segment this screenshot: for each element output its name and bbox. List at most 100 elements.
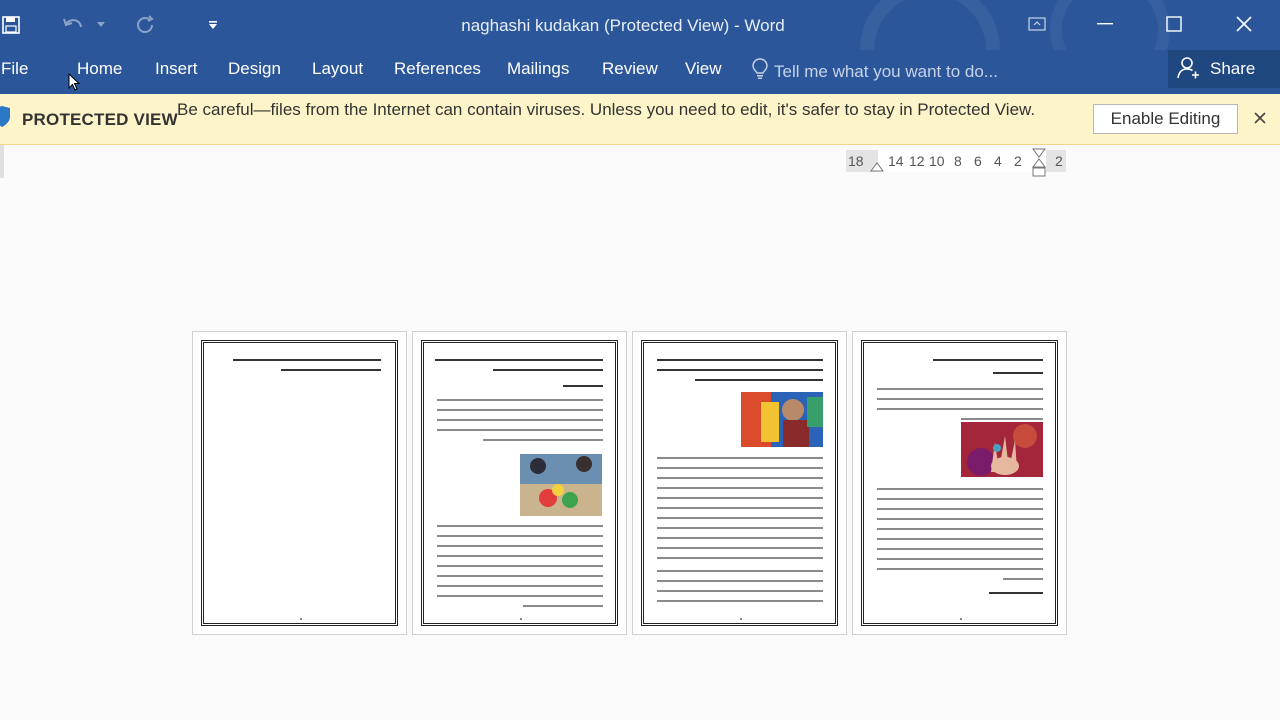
- minimize-icon[interactable]: [1088, 8, 1122, 40]
- text-line: [657, 467, 823, 469]
- page-number: [959, 618, 962, 620]
- protected-view-label: PROTECTED VIEW: [22, 110, 178, 129]
- ruler-number: 2: [1055, 153, 1063, 169]
- painted-hand-photo: [961, 422, 1043, 477]
- protected-view-message: Be careful—files from the Internet can c…: [177, 100, 1036, 119]
- share-button[interactable]: Share: [1168, 50, 1280, 88]
- text-line: [281, 369, 381, 371]
- undo-dropdown-icon[interactable]: [94, 10, 108, 40]
- share-label: Share: [1210, 59, 1256, 78]
- text-line: [483, 439, 603, 441]
- text-line: [437, 585, 603, 587]
- ruler-number: 10: [929, 153, 945, 169]
- text-line: [657, 537, 823, 539]
- ruler-number: 18: [848, 153, 864, 169]
- text-line: [657, 487, 823, 489]
- children-painting-photo: [520, 454, 602, 516]
- page-border: [861, 340, 1058, 626]
- repeat-icon[interactable]: [130, 10, 160, 40]
- tell-me-placeholder: Tell me what you want to do...: [774, 61, 998, 81]
- ruler-number: 12: [909, 153, 925, 169]
- tab-insert[interactable]: Insert: [155, 59, 198, 79]
- document-page[interactable]: [852, 331, 1067, 635]
- page-border: [201, 340, 398, 626]
- ruler-number: 2: [1014, 153, 1022, 169]
- text-line: [877, 518, 1043, 520]
- text-line: [877, 548, 1043, 550]
- tab-layout[interactable]: Layout: [312, 59, 363, 79]
- page-number: [519, 618, 522, 620]
- text-line: [563, 385, 603, 387]
- text-line: [877, 498, 1043, 500]
- child-painting-photo: [741, 392, 823, 447]
- ribbon-display-options-icon[interactable]: [1020, 8, 1054, 40]
- text-line: [233, 359, 381, 361]
- text-line: [961, 418, 1043, 420]
- text-line: [657, 570, 823, 572]
- close-window-icon[interactable]: [1227, 8, 1261, 40]
- enable-editing-button[interactable]: Enable Editing: [1093, 104, 1238, 134]
- text-line: [435, 359, 603, 361]
- text-line: [437, 575, 603, 577]
- tell-me-search[interactable]: Tell me what you want to do...: [752, 58, 998, 85]
- close-icon[interactable]: [1250, 108, 1270, 128]
- text-line: [933, 359, 1043, 361]
- text-line: [657, 557, 823, 559]
- indent-marker-icon[interactable]: [870, 162, 884, 172]
- document-page[interactable]: [632, 331, 847, 635]
- text-line: [657, 359, 823, 361]
- page-number: [739, 618, 742, 620]
- undo-icon[interactable]: [58, 10, 88, 40]
- text-line: [657, 497, 823, 499]
- tab-design[interactable]: Design: [228, 59, 281, 79]
- text-line: [437, 419, 603, 421]
- horizontal-ruler[interactable]: 18 14 12 10 8 6 4 2 2: [846, 148, 1066, 177]
- tab-view[interactable]: View: [685, 59, 722, 79]
- save-icon[interactable]: [0, 10, 22, 40]
- tab-file[interactable]: File: [1, 59, 28, 79]
- text-line: [437, 545, 603, 547]
- text-line: [877, 558, 1043, 560]
- tab-references[interactable]: References: [394, 59, 481, 79]
- text-line: [657, 527, 823, 529]
- text-line: [877, 398, 1043, 400]
- text-line: [657, 547, 823, 549]
- text-line: [877, 488, 1043, 490]
- person-icon: [1176, 55, 1200, 84]
- text-line: [877, 408, 1043, 410]
- ruler-number: 4: [994, 153, 1002, 169]
- text-line: [877, 508, 1043, 510]
- text-line: [657, 477, 823, 479]
- text-line: [877, 388, 1043, 390]
- text-line: [437, 525, 603, 527]
- text-line: [657, 507, 823, 509]
- document-page[interactable]: [412, 331, 627, 635]
- text-line: [877, 568, 1043, 570]
- text-line: [493, 369, 603, 371]
- vertical-ruler-edge: [0, 145, 4, 178]
- shield-icon: [0, 106, 10, 128]
- text-line: [657, 580, 823, 582]
- text-line: [657, 590, 823, 592]
- text-line: [1003, 578, 1043, 580]
- mouse-cursor-icon: [68, 73, 80, 91]
- customize-qat-icon[interactable]: [203, 10, 223, 40]
- text-line: [657, 457, 823, 459]
- text-line: [657, 369, 823, 371]
- ribbon-tabs: File Home Insert Design Layout Reference…: [0, 50, 1280, 94]
- text-line: [437, 429, 603, 431]
- text-line: [695, 379, 823, 381]
- tab-review[interactable]: Review: [602, 59, 658, 79]
- text-line: [437, 409, 603, 411]
- document-page[interactable]: [192, 331, 407, 635]
- maximize-icon[interactable]: [1157, 8, 1191, 40]
- page-number: [299, 618, 302, 620]
- indent-marker-icon[interactable]: [1032, 148, 1046, 180]
- page-border: [641, 340, 838, 626]
- text-line: [523, 605, 603, 607]
- tab-mailings[interactable]: Mailings: [507, 59, 569, 79]
- tab-home[interactable]: Home: [77, 59, 122, 79]
- text-line: [657, 517, 823, 519]
- text-line: [657, 600, 823, 602]
- window-title: naghashi kudakan (Protected View) - Word: [461, 16, 785, 35]
